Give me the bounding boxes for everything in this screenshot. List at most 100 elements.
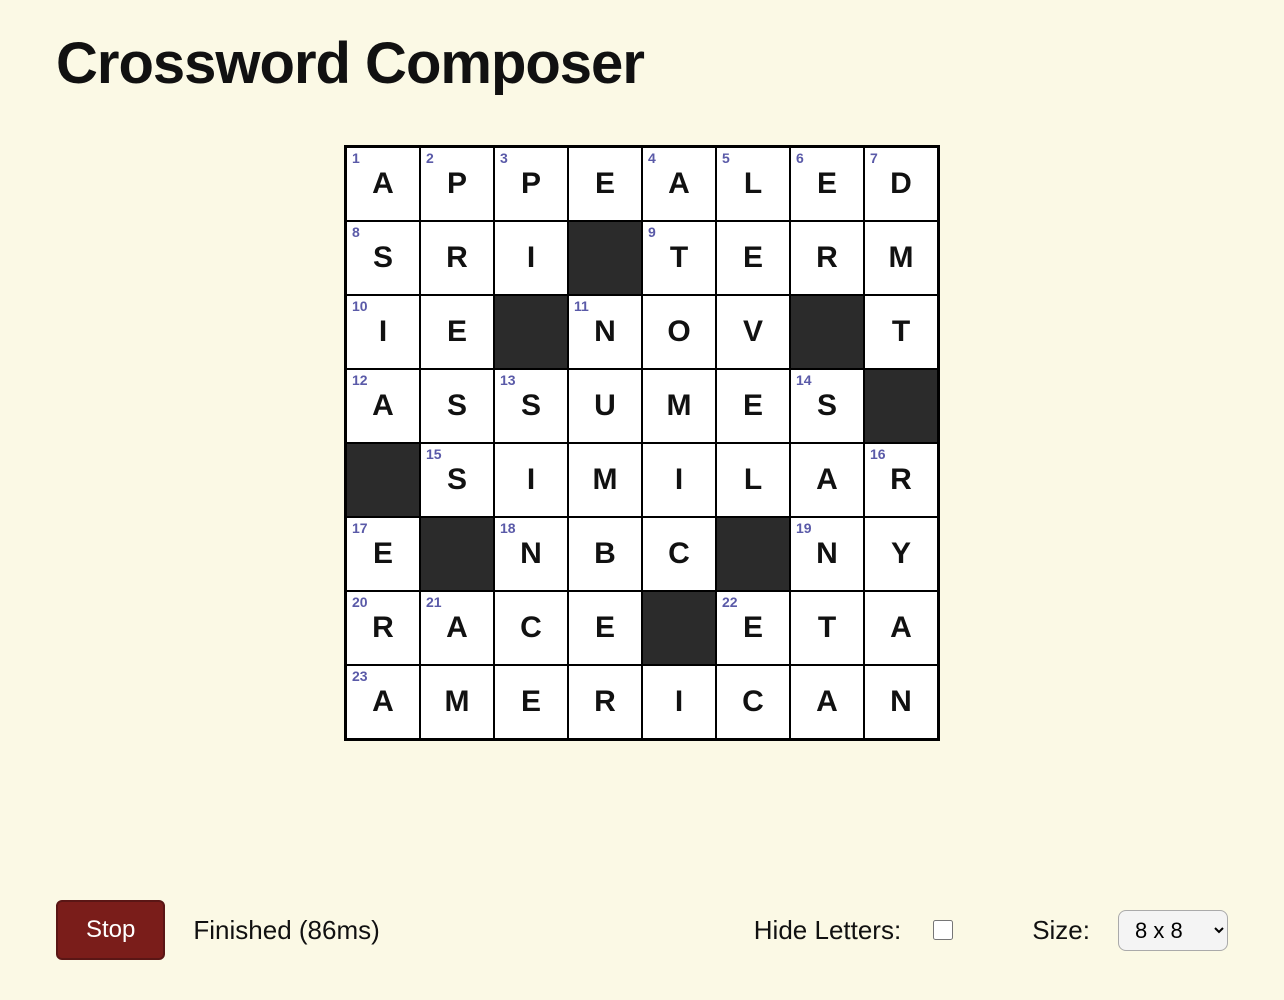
cell-letter: S — [521, 389, 541, 423]
cell-number: 21 — [426, 594, 442, 610]
cell[interactable]: 21A — [420, 591, 494, 665]
cell[interactable]: 7D — [864, 147, 938, 221]
page-title: Crossword Composer — [56, 30, 1228, 97]
cell-letter: S — [373, 241, 393, 275]
cell[interactable]: I — [494, 221, 568, 295]
cell-black — [420, 517, 494, 591]
crossword-grid[interactable]: 1A2P3PE4A5L6E7D8SRI9TERM10IE11NOVT12AS13… — [344, 145, 940, 741]
cell[interactable]: 2P — [420, 147, 494, 221]
cell[interactable]: 22E — [716, 591, 790, 665]
cell[interactable]: L — [716, 443, 790, 517]
cell[interactable]: I — [642, 665, 716, 739]
cell-number: 3 — [500, 150, 508, 166]
cell[interactable]: 18N — [494, 517, 568, 591]
cell-letter: R — [890, 463, 912, 497]
cell[interactable]: 14 S — [790, 369, 864, 443]
cell-letter: E — [595, 167, 615, 201]
cell[interactable]: C — [642, 517, 716, 591]
cell-letter: A — [816, 463, 838, 497]
cell-letter: S — [447, 389, 467, 423]
cell-letter: M — [593, 463, 618, 497]
cell-letter: N — [816, 537, 838, 571]
cell[interactable]: M — [420, 665, 494, 739]
cell-letter: E — [595, 611, 615, 645]
cell-letter: U — [594, 389, 616, 423]
cell-letter: A — [372, 389, 394, 423]
cell[interactable]: V — [716, 295, 790, 369]
cell[interactable]: T — [864, 295, 938, 369]
cell[interactable]: 23A — [346, 665, 420, 739]
cell[interactable]: E — [494, 665, 568, 739]
cell[interactable]: A — [790, 665, 864, 739]
cell-number: 6 — [796, 150, 804, 166]
cell[interactable]: C — [494, 591, 568, 665]
cell-letter: M — [667, 389, 692, 423]
cell[interactable]: R — [420, 221, 494, 295]
cell-letter: E — [743, 241, 763, 275]
cell[interactable]: 16R — [864, 443, 938, 517]
cell-letter: A — [446, 611, 468, 645]
cell[interactable]: A — [864, 591, 938, 665]
cell[interactable]: N — [864, 665, 938, 739]
cell-letter: I — [675, 685, 683, 719]
cell[interactable]: M — [864, 221, 938, 295]
cell[interactable]: Y — [864, 517, 938, 591]
cell-number: 14 — [796, 372, 812, 388]
cell[interactable]: 3P — [494, 147, 568, 221]
cell-number: 9 — [648, 224, 656, 240]
cell[interactable]: 9T — [642, 221, 716, 295]
cell-letter: L — [744, 167, 762, 201]
cell-number: 11 — [574, 298, 589, 314]
cell[interactable]: I — [642, 443, 716, 517]
hide-letters-checkbox[interactable] — [933, 920, 953, 940]
cell[interactable]: E — [568, 591, 642, 665]
size-label: Size: — [1032, 915, 1090, 946]
cell[interactable]: R — [568, 665, 642, 739]
cell[interactable]: S — [420, 369, 494, 443]
cell[interactable]: U — [568, 369, 642, 443]
stop-button[interactable]: Stop — [56, 900, 165, 960]
cell[interactable]: 5L — [716, 147, 790, 221]
cell-letter: P — [447, 167, 467, 201]
cell[interactable]: 13S — [494, 369, 568, 443]
cell-letter: N — [890, 685, 912, 719]
cell-number: 20 — [352, 594, 368, 610]
cell-letter: R — [816, 241, 838, 275]
cell[interactable]: I — [494, 443, 568, 517]
cell-letter: T — [670, 241, 688, 275]
cell-letter: E — [817, 167, 837, 201]
cell[interactable]: 1A — [346, 147, 420, 221]
cell-letter: S — [447, 463, 467, 497]
cell[interactable]: C — [716, 665, 790, 739]
cell[interactable]: 10I — [346, 295, 420, 369]
cell-letter: A — [668, 167, 690, 201]
cell[interactable]: 19N — [790, 517, 864, 591]
cell[interactable]: 12A — [346, 369, 420, 443]
cell[interactable]: M — [642, 369, 716, 443]
cell[interactable]: M — [568, 443, 642, 517]
size-select[interactable]: 8 x 8 — [1118, 910, 1228, 951]
cell-letter: S — [817, 389, 837, 423]
cell-letter: C — [520, 611, 542, 645]
cell[interactable]: 20R — [346, 591, 420, 665]
cell[interactable]: 17E — [346, 517, 420, 591]
cell[interactable]: E — [716, 369, 790, 443]
cell-letter: T — [818, 611, 836, 645]
cell[interactable]: 11N — [568, 295, 642, 369]
cell[interactable]: T — [790, 591, 864, 665]
cell[interactable]: 8S — [346, 221, 420, 295]
cell[interactable]: 4A — [642, 147, 716, 221]
cell[interactable]: E — [568, 147, 642, 221]
cell-black — [642, 591, 716, 665]
cell-number: 5 — [722, 150, 730, 166]
cell[interactable]: B — [568, 517, 642, 591]
cell-letter: D — [890, 167, 912, 201]
cell[interactable]: E — [420, 295, 494, 369]
cell[interactable]: E — [716, 221, 790, 295]
board-area: 1A2P3PE4A5L6E7D8SRI9TERM10IE11NOVT12AS13… — [56, 145, 1228, 860]
cell[interactable]: O — [642, 295, 716, 369]
cell[interactable]: A — [790, 443, 864, 517]
cell[interactable]: 15S — [420, 443, 494, 517]
cell[interactable]: 6E — [790, 147, 864, 221]
cell[interactable]: R — [790, 221, 864, 295]
